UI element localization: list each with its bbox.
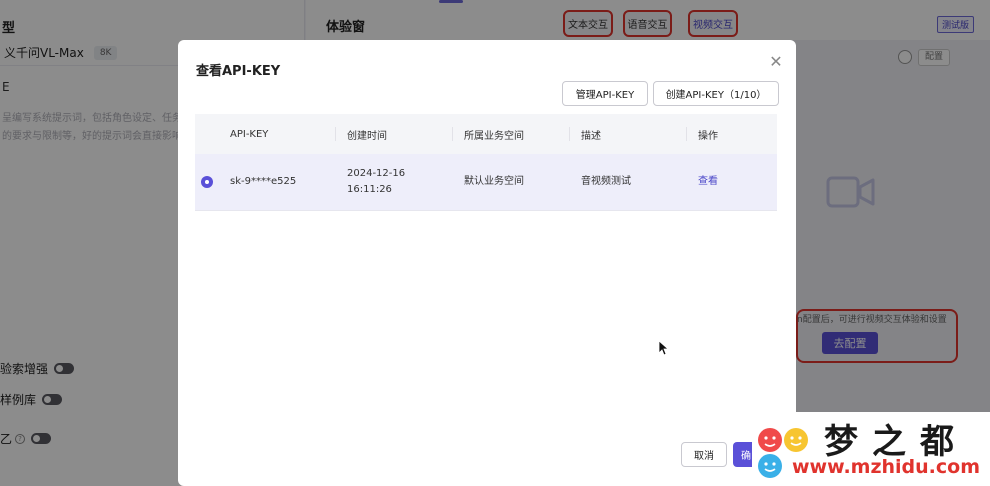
table-row[interactable]: sk-9****e525 2024-12-16 16:11:26 默认业务空间 … xyxy=(195,154,777,211)
api-key-value: sk-9****e525 xyxy=(230,176,297,187)
mouse-cursor-icon xyxy=(658,340,668,356)
view-link[interactable]: 查看 xyxy=(686,154,777,211)
api-key-modal: 查看API-KEY ✕ 管理API-KEY 创建API-KEY（1/10） AP… xyxy=(178,40,796,486)
cancel-button[interactable]: 取消 xyxy=(681,442,727,467)
create-api-key-button[interactable]: 创建API-KEY（1/10） xyxy=(653,81,779,106)
created-time: 16:11:26 xyxy=(347,184,392,195)
table-header: API-KEY 创建时间 所属业务空间 描述 操作 xyxy=(195,114,777,154)
close-icon[interactable]: ✕ xyxy=(768,54,784,70)
column-header: 所属业务空间 xyxy=(452,114,569,154)
manage-api-key-button[interactable]: 管理API-KEY xyxy=(562,81,648,106)
column-header: 操作 xyxy=(686,114,777,154)
row-radio[interactable] xyxy=(201,176,213,188)
watermark-url: www.mzhidu.com xyxy=(792,456,981,478)
description-cell: 音视频测试 xyxy=(581,176,631,187)
column-header: 描述 xyxy=(569,114,686,154)
column-header: API-KEY xyxy=(230,128,269,140)
site-watermark: 梦之都 www.mzhidu.com xyxy=(752,412,990,486)
api-key-table: API-KEY 创建时间 所属业务空间 描述 操作 sk-9****e525 2… xyxy=(195,114,777,211)
workspace-cell: 默认业务空间 xyxy=(464,176,524,187)
modal-title: 查看API-KEY xyxy=(196,64,281,79)
created-time-cell: 2024-12-16 16:11:26 xyxy=(335,154,452,211)
column-header: 创建时间 xyxy=(335,114,452,154)
created-date: 2024-12-16 xyxy=(347,168,406,179)
